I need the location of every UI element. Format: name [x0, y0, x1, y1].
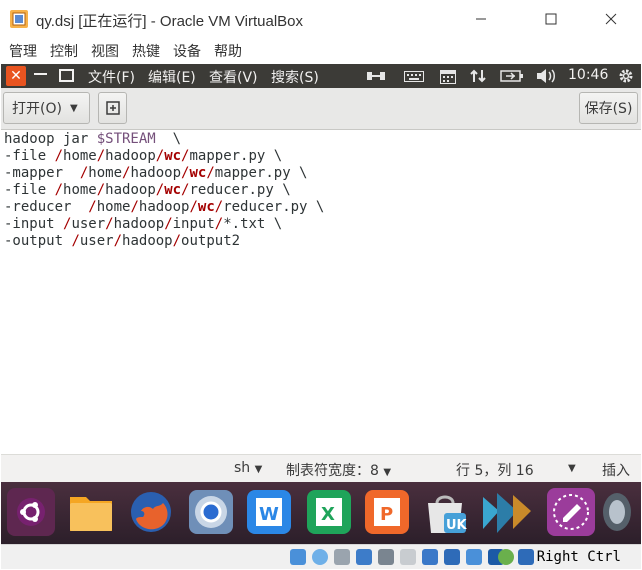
- app-menu-file[interactable]: 文件(F): [88, 67, 135, 87]
- chevron-down-icon: ▼: [254, 464, 263, 475]
- maximize-button[interactable]: [528, 0, 574, 38]
- code-line[interactable]: hadoop jar $STREAM \: [4, 131, 181, 147]
- svg-text:P: P: [380, 504, 393, 525]
- insert-mode: 插入: [602, 463, 630, 479]
- recording-icon[interactable]: [466, 549, 482, 565]
- minimize-button[interactable]: [458, 0, 504, 38]
- menu-manage[interactable]: 管理: [9, 41, 37, 61]
- optical-drive-icon[interactable]: [312, 549, 328, 565]
- maximize-icon: [545, 13, 557, 25]
- app-icon[interactable]: [473, 488, 543, 536]
- editor-statusbar: sh ▼ 制表符宽度：8 ▼ 行 5，列 16 ▼ 插入: [1, 454, 641, 482]
- launcher-dock: W X P UK: [1, 482, 641, 544]
- app-menu-view[interactable]: 查看(V): [209, 67, 258, 87]
- menu-control[interactable]: 控制: [50, 41, 78, 61]
- text-editor[interactable]: hadoop jar $STREAM \ -file /home/hadoop/…: [1, 130, 641, 454]
- close-icon: [605, 13, 617, 25]
- host-menubar: 管理 控制 视图 热键 设备 帮助: [0, 38, 642, 64]
- svg-text:W: W: [259, 504, 279, 525]
- software-center-icon[interactable]: UK: [421, 488, 469, 536]
- new-document-button[interactable]: [98, 92, 127, 124]
- virtualbox-statusbar: Right Ctrl: [1, 544, 641, 569]
- cursor-position: 行 5，列 16: [456, 463, 534, 479]
- chromium-icon[interactable]: [187, 488, 235, 536]
- shared-folders-icon[interactable]: [400, 549, 416, 565]
- menu-hotkeys[interactable]: 热键: [132, 41, 160, 61]
- chevron-down-icon[interactable]: ▼: [568, 463, 576, 474]
- minimize-icon: [476, 18, 486, 20]
- svg-text:UK: UK: [446, 518, 468, 533]
- app-icon[interactable]: [547, 488, 595, 536]
- files-icon[interactable]: [67, 488, 115, 536]
- app-icon[interactable]: [599, 488, 635, 536]
- network-transfer-icon[interactable]: [366, 66, 386, 86]
- firefox-icon[interactable]: [127, 488, 175, 536]
- close-button[interactable]: [588, 0, 634, 38]
- hard-disk-icon[interactable]: [290, 549, 306, 565]
- keyboard-icon[interactable]: [403, 66, 425, 86]
- new-document-icon: [105, 101, 120, 115]
- menu-devices[interactable]: 设备: [173, 41, 201, 61]
- save-button[interactable]: 保存(S): [579, 92, 638, 124]
- transfer-arrows-icon[interactable]: [468, 66, 488, 86]
- audio-icon[interactable]: [334, 549, 350, 565]
- calendar-icon[interactable]: [438, 66, 458, 86]
- display-icon[interactable]: [422, 549, 438, 565]
- chevron-down-icon: ▼: [69, 102, 78, 114]
- window-restore-button[interactable]: [59, 69, 74, 82]
- code-line[interactable]: -input /user/hadoop/input/*.txt \: [4, 216, 282, 232]
- code-line[interactable]: -output /user/hadoop/output2: [4, 233, 240, 249]
- mouse-integration-icon[interactable]: [498, 549, 514, 565]
- open-button[interactable]: 打开(O) ▼: [3, 92, 90, 124]
- video-capture-icon[interactable]: [444, 549, 460, 565]
- volume-icon[interactable]: [535, 66, 557, 86]
- virtualbox-icon: [9, 9, 29, 29]
- menu-help[interactable]: 帮助: [214, 41, 242, 61]
- code-content[interactable]: hadoop jar $STREAM \ -file /home/hadoop/…: [4, 131, 324, 250]
- wps-writer-icon[interactable]: W: [245, 488, 293, 536]
- language-label: sh: [234, 460, 251, 476]
- code-line[interactable]: -mapper /home/hadoop/wc/mapper.py \: [4, 165, 307, 181]
- window-title: qy.dsj [正在运行] - Oracle VM VirtualBox: [36, 13, 304, 30]
- chevron-down-icon: ▼: [383, 467, 392, 478]
- keyboard-capture-icon[interactable]: [518, 549, 534, 565]
- wps-presentation-icon[interactable]: P: [363, 488, 411, 536]
- window-close-button[interactable]: ✕: [6, 66, 26, 86]
- app-menu-edit[interactable]: 编辑(E): [148, 67, 196, 87]
- host-title-bar: qy.dsj [正在运行] - Oracle VM VirtualBox: [0, 0, 642, 38]
- host-key-label: Right Ctrl: [536, 549, 621, 565]
- tab-width-label: 制表符宽度：8: [286, 463, 379, 479]
- usb-icon[interactable]: [378, 549, 394, 565]
- guest-top-panel: ✕ 文件(F) 编辑(E) 查看(V) 搜索(S) 10:46: [1, 64, 641, 88]
- gear-icon[interactable]: [616, 66, 636, 86]
- battery-icon[interactable]: [499, 66, 525, 86]
- menu-view[interactable]: 视图: [91, 41, 119, 61]
- tab-width-selector[interactable]: 制表符宽度：8 ▼: [286, 460, 391, 480]
- window-minimize-button[interactable]: [34, 73, 47, 75]
- clock[interactable]: 10:46: [568, 67, 608, 83]
- language-selector[interactable]: sh ▼: [234, 460, 262, 476]
- open-button-label: 打开(O): [12, 101, 62, 117]
- app-menu-search[interactable]: 搜索(S): [271, 67, 319, 87]
- wps-spreadsheets-icon[interactable]: X: [305, 488, 353, 536]
- network-icon[interactable]: [356, 549, 372, 565]
- svg-text:X: X: [321, 504, 335, 525]
- save-button-label: 保存(S): [584, 101, 633, 117]
- ubuntu-logo-icon[interactable]: [7, 488, 55, 536]
- code-line[interactable]: -file /home/hadoop/wc/reducer.py \: [4, 182, 291, 198]
- editor-toolbar: 打开(O) ▼ 保存(S): [1, 88, 641, 130]
- code-line[interactable]: -file /home/hadoop/wc/mapper.py \: [4, 148, 282, 164]
- code-line[interactable]: -reducer /home/hadoop/wc/reducer.py \: [4, 199, 324, 215]
